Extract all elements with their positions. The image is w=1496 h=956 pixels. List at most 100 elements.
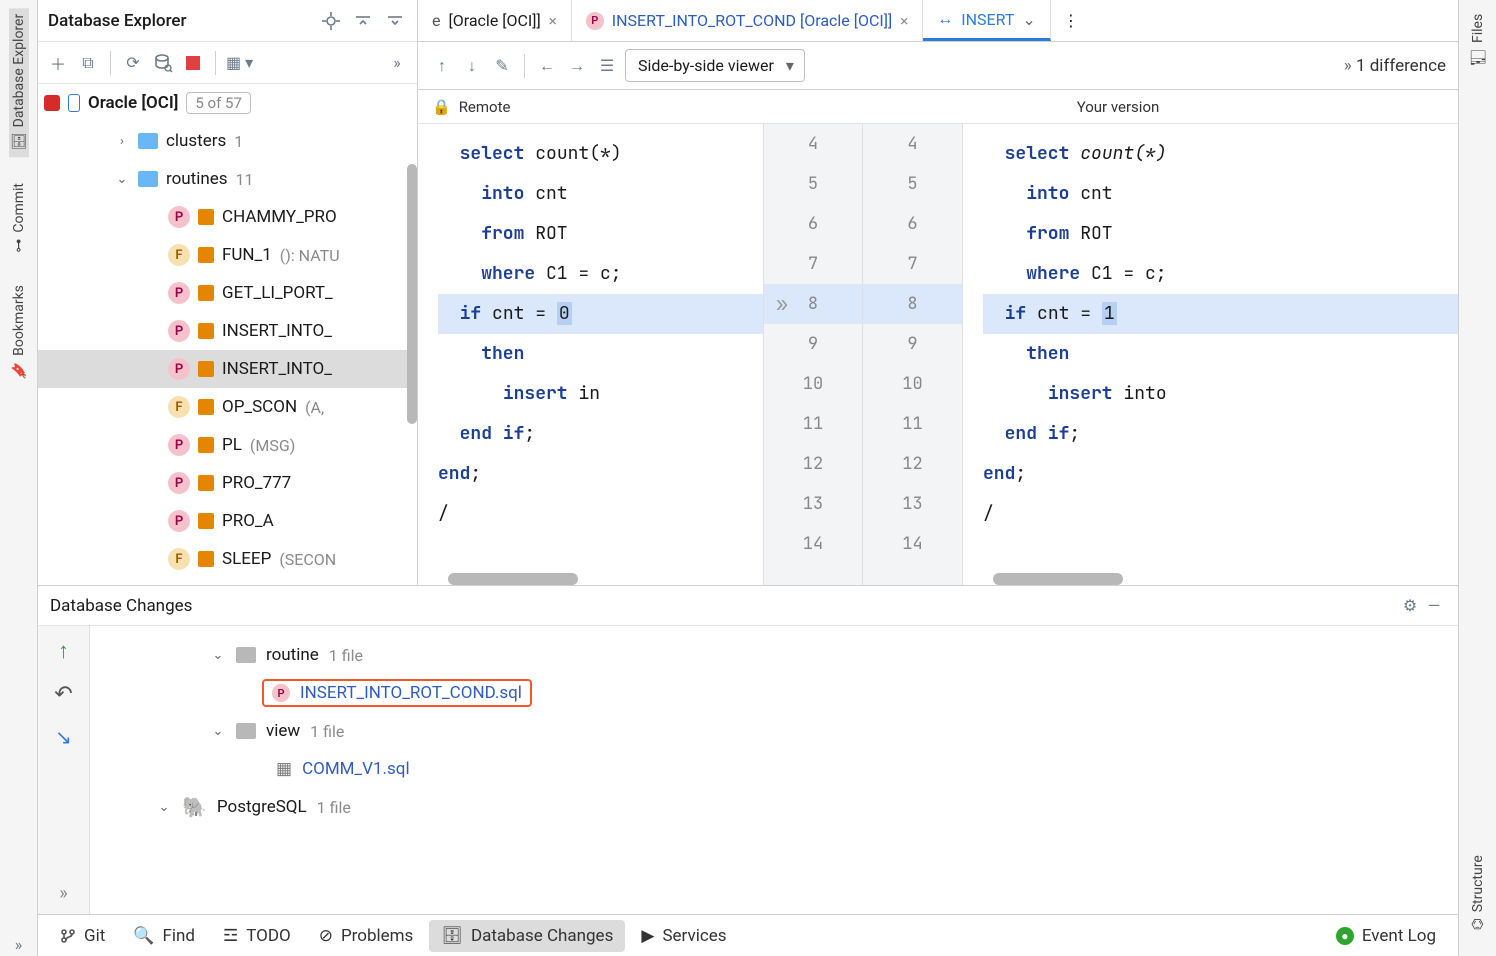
gear-icon[interactable]: ⚙ — [1398, 594, 1422, 618]
structure-icon: ⌬ — [1470, 918, 1486, 930]
diff-view[interactable]: » select count(*) into cnt from ROT wher… — [418, 124, 1458, 585]
routine-name: SLEEP — [222, 549, 271, 569]
editor-tab[interactable]: e [Oracle [OCI]] × — [418, 0, 572, 41]
routine-icon — [198, 285, 214, 301]
close-icon[interactable]: × — [900, 12, 908, 30]
routine-item[interactable]: PPL(MSG) — [38, 426, 417, 464]
tool-tab-database-explorer[interactable]: 🗄 Database Explorer — [9, 8, 29, 157]
scrollbar[interactable] — [448, 573, 578, 585]
chevron-down-icon[interactable]: ⌄ — [156, 800, 172, 815]
editor-tab-active[interactable]: ↔ INSERT ⌄ — [923, 0, 1051, 41]
routine-name: FUN_1 — [222, 245, 272, 265]
revert-icon[interactable]: ↶ — [54, 682, 72, 707]
diff-count-icon: » — [1344, 56, 1352, 76]
routine-badge-icon: F — [168, 244, 190, 266]
editor-tab[interactable]: P INSERT_INTO_ROT_COND [Oracle [OCI]] × — [572, 0, 923, 41]
arrow-up-icon[interactable]: ↑ — [430, 54, 454, 78]
tool-tab-files[interactable]: 🗂 Files — [1468, 8, 1488, 73]
forward-icon[interactable]: → — [565, 54, 589, 78]
more-icon[interactable]: » — [59, 883, 67, 904]
chevron-down-icon[interactable]: ⌄ — [210, 648, 226, 663]
changed-file-highlighted[interactable]: P INSERT_INTO_ROT_COND.sql — [262, 679, 532, 707]
database-tree[interactable]: Oracle [OCI] 5 of 57 › clusters 1 ⌄ rout… — [38, 84, 417, 585]
status-problems[interactable]: ⊘ Problems — [307, 920, 426, 952]
routine-badge-icon: P — [168, 358, 190, 380]
routine-item[interactable]: FSLEEP(SECON — [38, 540, 417, 578]
remote-code-col[interactable]: select count(*) into cnt from ROT where … — [418, 124, 763, 585]
chevron-down-icon[interactable]: ⌄ — [114, 172, 130, 187]
table-view-icon[interactable]: ▦ ▾ — [226, 51, 253, 75]
target-icon[interactable] — [319, 9, 343, 33]
chevron-down-icon[interactable]: ⌄ — [210, 724, 226, 739]
status-services[interactable]: ▶ Services — [629, 920, 738, 952]
routine-item[interactable]: PGET_LI_PORT_ — [38, 274, 417, 312]
routine-name: INSERT_INTO_ — [222, 359, 332, 379]
tool-tab-commit[interactable]: ⊶ Commit — [9, 177, 29, 259]
tab-overflow[interactable]: ⋮ — [1051, 0, 1091, 41]
routine-param: (SECON — [279, 550, 336, 569]
routine-item[interactable]: FFUN_1(): NATU — [38, 236, 417, 274]
database-explorer-panel: Database Explorer ＋ ⧉ ⟳ — [38, 0, 418, 585]
collapse-all-icon[interactable] — [351, 9, 375, 33]
routine-item[interactable]: FOP_SCON(A, — [38, 388, 417, 426]
tree-folder-label: routines — [166, 169, 228, 189]
status-event-log[interactable]: ● Event Log — [1324, 920, 1448, 952]
scrollbar[interactable] — [993, 573, 1123, 585]
arrow-down-icon[interactable]: ↓ — [460, 54, 484, 78]
refresh-changes-icon[interactable]: ↘ — [55, 725, 72, 749]
chevron-right-icon[interactable]: › — [114, 134, 130, 149]
status-todo[interactable]: ☲ TODO — [211, 920, 303, 952]
tree-count: 11 — [236, 170, 254, 189]
minimize-icon[interactable]: — — [1422, 594, 1446, 618]
chevron-down-icon[interactable]: ⌄ — [1022, 10, 1035, 29]
routine-item[interactable]: PCHAMMY_PRO — [38, 198, 417, 236]
list-icon[interactable]: ☰ — [595, 54, 619, 78]
device-icon — [68, 94, 80, 112]
diff-icon: ↔ — [937, 9, 953, 29]
routine-item[interactable]: PINSERT_INTO_ — [38, 312, 417, 350]
view-mode-select[interactable]: Side-by-side viewer — [625, 49, 805, 82]
refresh-icon[interactable]: ⟳ — [121, 51, 145, 75]
local-code-col[interactable]: select count(*) into cnt from ROT where … — [963, 124, 1458, 585]
status-git[interactable]: Git — [48, 920, 117, 952]
routine-icon — [198, 323, 214, 339]
bookmark-icon: 🔖 — [11, 362, 27, 379]
list-icon: ☲ — [223, 926, 238, 946]
left-header: Remote — [459, 98, 511, 116]
sb-label: Find — [162, 926, 195, 946]
routine-name: INSERT_INTO_ — [222, 321, 332, 341]
db-icon: 🗄 — [11, 134, 27, 152]
file-name[interactable]: COMM_V1.sql — [302, 759, 410, 779]
status-find[interactable]: 🔍 Find — [121, 920, 207, 952]
folder-label: view — [266, 721, 300, 741]
submit-icon[interactable]: ↑ — [58, 638, 69, 664]
routine-name: OP_SCON — [222, 397, 297, 417]
routine-item[interactable]: P INSERT_INTO_ — [38, 350, 417, 388]
new-datasource-icon[interactable]: ＋ — [46, 51, 70, 75]
back-icon[interactable]: ← — [535, 54, 559, 78]
expand-icon[interactable]: » — [7, 932, 31, 956]
sb-label: Git — [84, 926, 105, 946]
merge-left-icon[interactable]: » — [776, 291, 788, 317]
expand-all-icon[interactable] — [383, 9, 407, 33]
routine-item[interactable]: PPRO_777 — [38, 464, 417, 502]
scrollbar[interactable] — [407, 164, 417, 424]
stop-icon[interactable] — [181, 51, 205, 75]
tab-label: [Oracle [OCI]] — [448, 11, 540, 30]
routine-name: CHAMMY_PRO — [222, 207, 337, 227]
tool-tab-bookmarks[interactable]: 🔖 Bookmarks — [9, 279, 29, 385]
status-db-changes[interactable]: 🗄 Database Changes — [429, 920, 625, 952]
datasource-props-icon[interactable] — [151, 51, 175, 75]
routine-badge-icon: P — [168, 282, 190, 304]
main-area: Database Explorer ＋ ⧉ ⟳ — [38, 0, 1458, 956]
routine-item[interactable]: PPRO_A — [38, 502, 417, 540]
tool-tab-label: Files — [1470, 14, 1486, 43]
changes-tree[interactable]: ⌄ routine 1 file P INSERT_INTO_ROT_COND.… — [90, 626, 1458, 914]
edit-icon[interactable]: ✎ — [490, 54, 514, 78]
tool-tab-structure[interactable]: ⌬ Structure — [1468, 849, 1488, 936]
tool-tab-label: Database Explorer — [11, 14, 27, 128]
more-icon[interactable]: » — [385, 51, 409, 75]
close-icon[interactable]: × — [549, 12, 557, 30]
copy-icon[interactable]: ⧉ — [76, 51, 100, 75]
proc-badge-icon: P — [586, 12, 604, 30]
